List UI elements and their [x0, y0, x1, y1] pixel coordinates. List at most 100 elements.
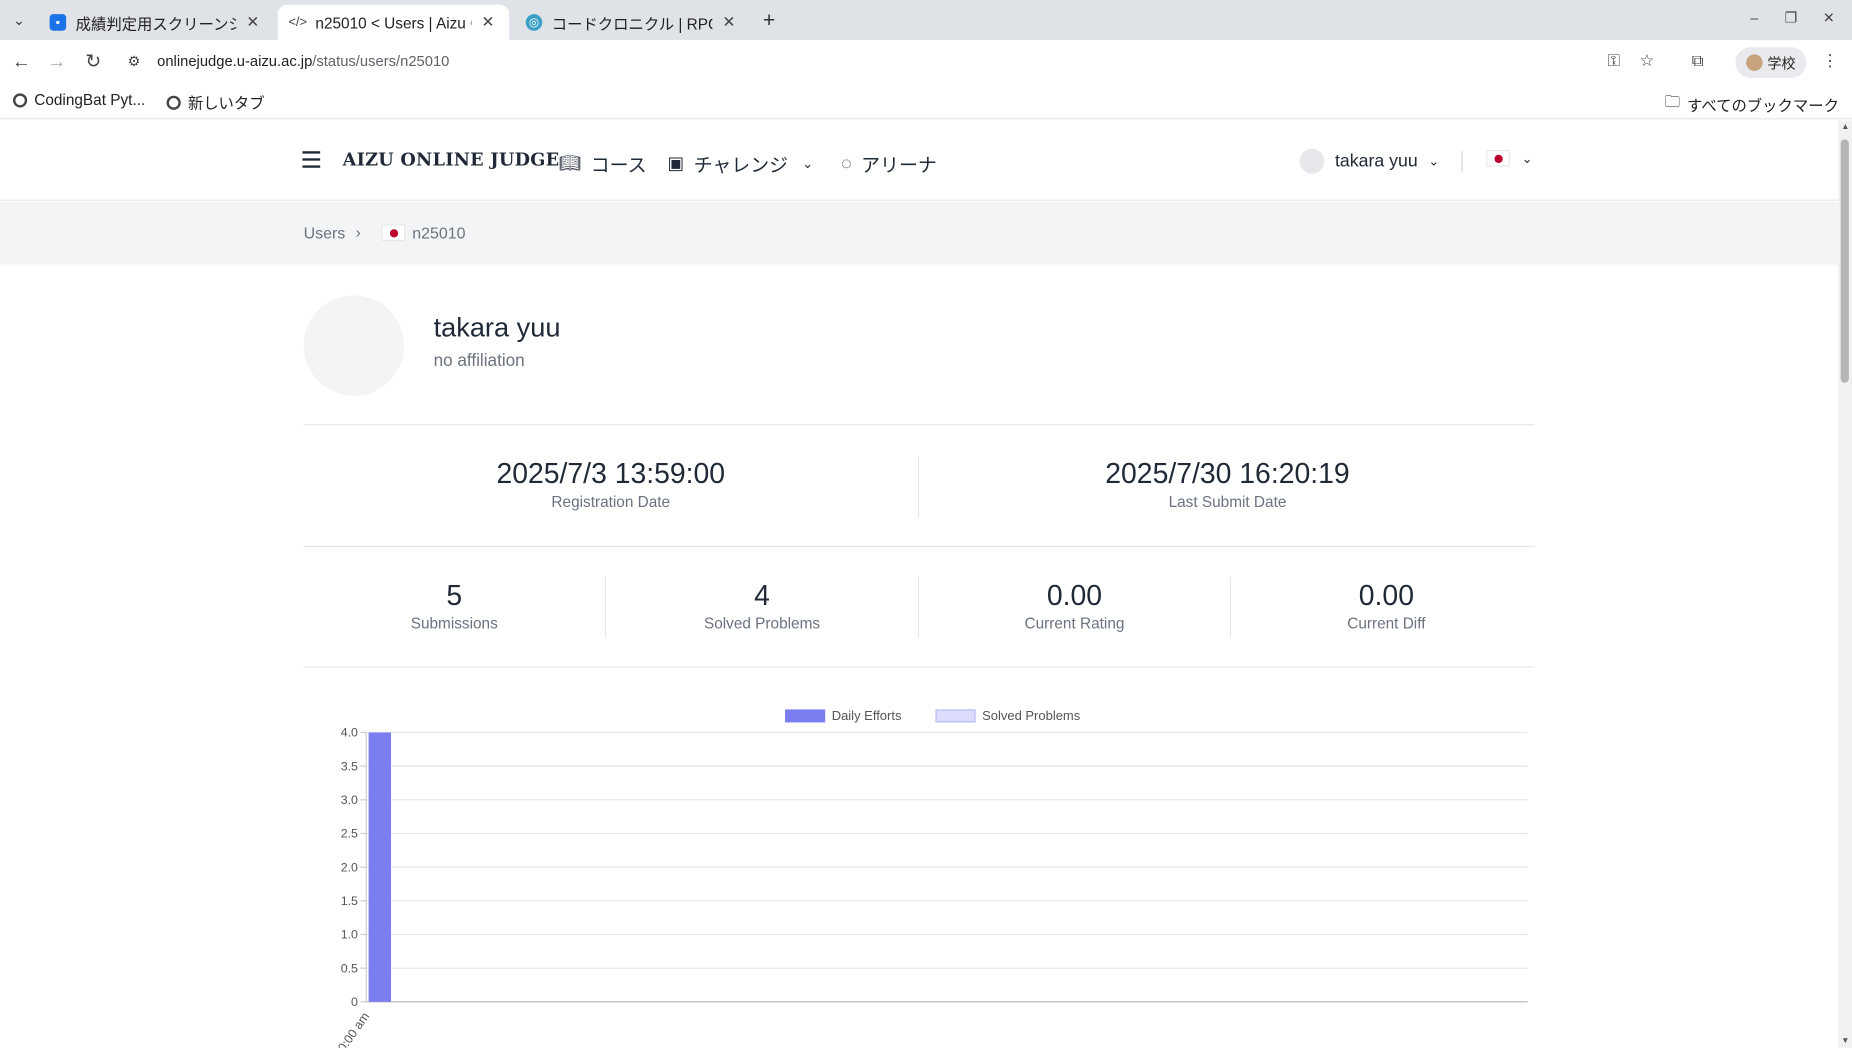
box-icon: ▣	[667, 153, 685, 174]
stat-value: 0.00	[1358, 580, 1414, 612]
nav-label: コース	[590, 155, 647, 177]
browser-menu-icon[interactable]: ⋮	[1817, 51, 1843, 71]
code-favicon-icon: </>	[288, 15, 308, 30]
submissions-stat: 5 Submissions	[304, 580, 605, 632]
profile-avatar	[303, 295, 405, 396]
bookmark-label: CodingBat Pyt...	[34, 90, 146, 109]
legend-label: Solved Problems	[982, 708, 1081, 723]
avatar	[1299, 148, 1325, 174]
legend-swatch	[935, 709, 976, 723]
stat-value: 5	[446, 580, 463, 612]
close-tab-icon[interactable]: ✕	[478, 13, 497, 32]
scroll-up-arrow-icon[interactable]: ▲	[1841, 123, 1850, 131]
browser-tab-3[interactable]: ◎ コードクロニクル | RPG ✕	[514, 5, 750, 40]
breadcrumb-current: n25010	[412, 224, 466, 243]
profile-avatar-icon	[1746, 54, 1763, 71]
divider	[303, 424, 1535, 426]
tab-list-chevron-icon[interactable]: ⌄	[7, 8, 31, 32]
folder-icon: 🗀	[1664, 92, 1680, 110]
scrollbar-thumb[interactable]	[1840, 139, 1849, 383]
new-tab-plus-icon[interactable]: +	[756, 7, 782, 33]
stat-label: Submissions	[410, 614, 498, 633]
bookmarks-bar: CodingBat Pyt... 新しいタブ 🗀 すべてのブックマーク	[0, 85, 1852, 120]
x-tick-label: 0:00 am	[335, 1010, 372, 1048]
y-tick-label: 0	[351, 995, 358, 1009]
tab-title: 成績判定用スクリーンシ	[75, 14, 237, 33]
site-logo[interactable]: AIZU ONLINE JUDGE	[343, 149, 560, 170]
divider	[303, 666, 1535, 668]
all-bookmarks-button[interactable]: 🗀 すべてのブックマーク	[1665, 91, 1839, 117]
bookmark-codingbat[interactable]: CodingBat Pyt...	[12, 90, 146, 109]
last-submit-date-stat: 2025/7/30 16:20:19 Last Submit Date	[920, 458, 1534, 510]
nav-label: チャレンジ	[693, 155, 789, 177]
stat-label: Last Submit Date	[1168, 492, 1287, 511]
address-bar[interactable]: onlinejudge.u-aizu.ac.jp/status/users/n2…	[157, 53, 449, 70]
chevron-down-icon: ⌄	[802, 156, 814, 171]
bookmark-new-tab[interactable]: 新しいタブ	[166, 91, 265, 113]
classroom-favicon-icon: ▪	[49, 14, 67, 31]
y-tick-label: 2.5	[341, 827, 358, 841]
bookmark-label: 新しいタブ	[187, 94, 265, 113]
scroll-down-arrow-icon[interactable]: ▼	[1841, 1037, 1850, 1045]
restore-icon[interactable]: ❐	[1780, 9, 1801, 26]
legend-label: Daily Efforts	[832, 708, 902, 723]
daily-efforts-chart: Daily Efforts Solved Problems 4.0 3.5 3.0 2.5…	[335, 708, 1528, 1048]
registration-date-stat: 2025/7/3 13:59:00 Registration Date	[304, 458, 918, 510]
y-tick-label: 1.5	[341, 894, 358, 908]
page-scrollbar[interactable]: ▲ ▼	[1838, 120, 1852, 1048]
profile-affiliation: no affiliation	[433, 352, 525, 371]
url-path: /status/users/n25010	[312, 53, 450, 70]
bookmark-star-icon[interactable]: ☆	[1634, 51, 1660, 71]
stat-label: Current Rating	[1024, 614, 1125, 633]
url-host: onlinejudge.u-aizu.ac.jp	[157, 53, 313, 70]
divider	[303, 545, 1535, 547]
stat-value: 4	[754, 580, 770, 612]
user-name: takara yuu	[1334, 151, 1418, 172]
browser-tab-2[interactable]: </> n25010 < Users | Aizu On ✕	[277, 4, 510, 41]
forward-arrow-icon[interactable]: →	[45, 51, 69, 75]
site-info-icon[interactable]: ⚙	[128, 53, 147, 72]
book-icon: 📖︎	[558, 153, 582, 174]
current-diff-stat: 0.00 Current Diff	[1231, 580, 1542, 632]
stat-label: Current Diff	[1347, 614, 1426, 633]
nav-arena[interactable]: ◌ アリーナ	[841, 149, 937, 177]
password-key-icon[interactable]: ⚿	[1601, 51, 1627, 71]
y-tick-label: 3.5	[341, 759, 358, 773]
close-tab-icon[interactable]: ✕	[719, 13, 738, 32]
profile-chip[interactable]: 学校	[1735, 47, 1807, 78]
chevron-down-icon: ⌄	[1521, 151, 1533, 166]
nav-label: アリーナ	[861, 155, 937, 177]
stat-value: 2025/7/3 13:59:00	[496, 458, 726, 491]
profile-name: takara yuu	[433, 311, 561, 343]
reload-icon[interactable]: ↻	[82, 51, 106, 75]
profile-label: 学校	[1767, 54, 1796, 72]
breadcrumb: Users › n25010	[0, 202, 1839, 265]
language-selector[interactable]: ⌄	[1486, 150, 1533, 167]
hamburger-menu-icon[interactable]	[302, 151, 321, 168]
back-arrow-icon[interactable]: ←	[9, 51, 33, 75]
all-bookmarks-label: すべてのブックマーク	[1687, 96, 1839, 115]
divider	[1461, 151, 1463, 173]
globe-favicon-icon: ◎	[525, 14, 543, 31]
minimize-icon[interactable]: –	[1744, 9, 1765, 26]
browser-tab-bar: ⌄ ▪ 成績判定用スクリーンシ ✕ </> n25010 < Users | A…	[0, 0, 1852, 41]
y-tick-label: 4.0	[341, 726, 358, 740]
tab-title: コードクロニクル | RPG	[551, 14, 713, 33]
nav-course[interactable]: 📖︎ コース	[559, 149, 647, 177]
breadcrumb-users-link[interactable]: Users	[304, 224, 346, 242]
current-rating-stat: 0.00 Current Rating	[919, 580, 1230, 632]
browser-toolbar: ← → ↻ ⚙ onlinejudge.u-aizu.ac.jp/status/…	[0, 40, 1852, 86]
circle-arrows-icon: ◌	[841, 152, 852, 174]
bar-daily-efforts	[368, 732, 392, 1002]
solved-problems-stat: 4 Solved Problems	[606, 580, 918, 632]
globe-icon	[166, 95, 181, 110]
nav-challenge[interactable]: ▣ チャレンジ ⌄	[667, 149, 813, 177]
japan-flag-icon	[1486, 150, 1510, 167]
window-close-icon[interactable]: ✕	[1818, 9, 1839, 26]
browser-tab-1[interactable]: ▪ 成績判定用スクリーンシ ✕	[38, 5, 274, 40]
user-menu[interactable]: takara yuu ⌄	[1299, 148, 1439, 174]
close-tab-icon[interactable]: ✕	[243, 13, 262, 32]
page-content: AIZU ONLINE JUDGE 📖︎ コース ▣ チャレンジ ⌄ ◌ アリー…	[0, 120, 1839, 1048]
y-tick-label: 0.5	[341, 961, 358, 975]
extensions-puzzle-icon[interactable]: ⧉	[1685, 51, 1711, 71]
